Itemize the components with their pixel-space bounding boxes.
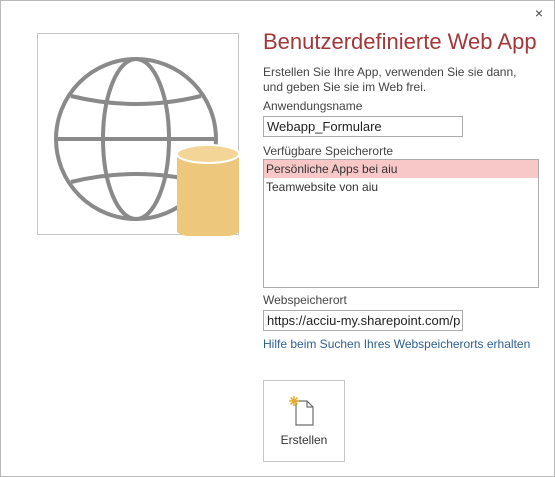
web-location-label: Webspeicherort [263, 293, 347, 307]
new-document-icon [289, 396, 314, 426]
web-location-input[interactable]: https://acciu-my.sharepoint.com/p [263, 310, 463, 331]
create-button-label: Erstellen [280, 433, 328, 447]
web-location-help-link[interactable]: Hilfe beim Suchen Ihres Webspeicherorts … [263, 337, 530, 351]
locations-label: Verfügbare Speicherorte [263, 144, 394, 158]
close-icon: × [534, 5, 544, 21]
custom-web-app-dialog: × Benutzerdefinierte Web App Erstellen S… [0, 0, 555, 477]
app-name-label: Anwendungsname [263, 99, 363, 113]
app-name-input[interactable]: Webapp_Formulare [263, 116, 463, 137]
dialog-description: Erstellen Sie Ihre App, verwenden Sie si… [263, 65, 517, 94]
locations-listbox[interactable]: Persönliche Apps bei aiu Teamwebsite von… [263, 159, 539, 288]
app-preview-image [37, 33, 240, 236]
globe-database-icon [54, 57, 240, 236]
create-button[interactable]: Erstellen [263, 380, 345, 462]
dialog-title: Benutzerdefinierte Web App [263, 29, 537, 54]
location-item-personal-apps[interactable]: Persönliche Apps bei aiu [264, 160, 538, 178]
close-button[interactable]: × [530, 4, 548, 22]
location-item-team-site[interactable]: Teamwebsite von aiu [264, 178, 538, 196]
